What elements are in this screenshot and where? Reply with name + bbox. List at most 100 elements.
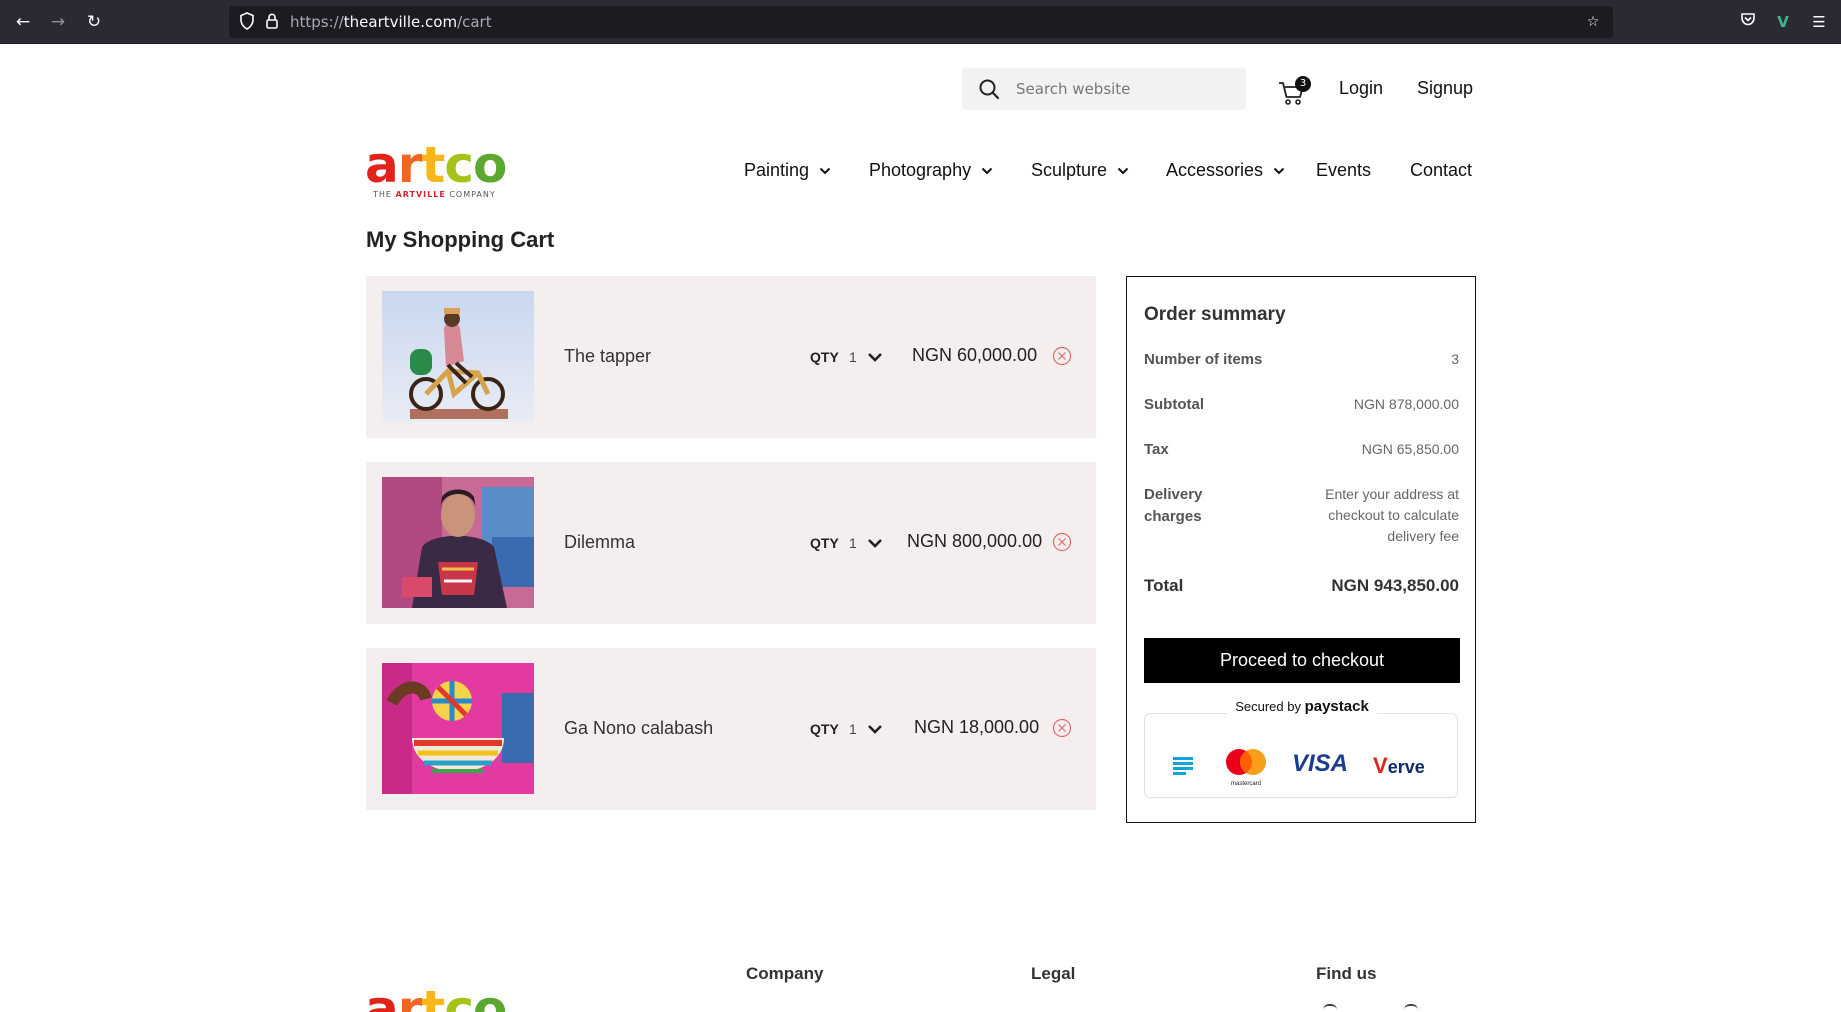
chevron-down-icon <box>1117 168 1129 175</box>
chevron-down-icon[interactable] <box>866 534 884 552</box>
reload-icon[interactable]: ↻ <box>83 11 105 33</box>
delivery-note-line: delivery fee <box>1387 528 1459 544</box>
subtotal-value: NGN 878,000.00 <box>1353 396 1459 412</box>
qty-label: QTY <box>810 721 839 737</box>
vue-devtools-icon[interactable]: V <box>1772 11 1794 33</box>
nav-events[interactable]: Events <box>1316 160 1371 181</box>
address-bar[interactable]: https://theartville.com/cart ☆ <box>229 6 1613 38</box>
cart-item: Dilemma QTY 1 NGN 800,000.00 <box>366 462 1096 624</box>
chevron-down-icon[interactable] <box>866 720 884 738</box>
logo-letter: a <box>365 136 399 194</box>
nav-contact[interactable]: Contact <box>1410 160 1472 181</box>
bookmark-star-icon[interactable]: ☆ <box>1583 12 1603 32</box>
cart-count-badge: 3 <box>1295 76 1311 92</box>
social-icon[interactable] <box>1404 1004 1418 1010</box>
verve-icon: Verve <box>1373 753 1425 779</box>
lock-icon[interactable] <box>262 12 282 32</box>
secured-by-text: Secured by <box>1235 699 1301 714</box>
search-input[interactable] <box>1016 68 1236 110</box>
logo-tagline: THE ARTVILLE COMPANY <box>373 190 505 199</box>
menu-icon[interactable]: ☰ <box>1808 11 1830 33</box>
url-text[interactable]: https://theartville.com/cart <box>290 13 492 31</box>
search-icon[interactable] <box>978 78 1000 100</box>
proceed-to-checkout-button[interactable]: Proceed to checkout <box>1144 638 1460 683</box>
cart-item: Ga Nono calabash QTY 1 NGN 18,000.00 <box>366 648 1096 810</box>
chevron-down-icon <box>981 168 993 175</box>
tax-label: Tax <box>1144 441 1169 458</box>
tax-value: NGN 65,850.00 <box>1361 441 1459 457</box>
back-icon[interactable]: ← <box>12 11 34 33</box>
mastercard-text: mastercard <box>1230 781 1261 787</box>
product-image-dilemma[interactable] <box>382 477 534 608</box>
forward-icon[interactable]: → <box>47 11 69 33</box>
chevron-down-icon <box>819 168 831 175</box>
qty-label: QTY <box>810 349 839 365</box>
delivery-label-line: charges <box>1144 508 1202 525</box>
product-name[interactable]: Dilemma <box>564 532 635 553</box>
order-summary: Order summary Number of items 3 Subtotal… <box>1126 276 1476 823</box>
search-box[interactable] <box>962 68 1246 110</box>
remove-item-icon[interactable] <box>1052 718 1072 738</box>
social-icon[interactable] <box>1323 1004 1337 1010</box>
url-domain: theartville.com <box>343 13 458 31</box>
qty-label: QTY <box>810 535 839 551</box>
footer-logo-wordmark: artco <box>365 984 505 1012</box>
qty-value[interactable]: 1 <box>849 535 857 551</box>
product-image-ga-nono-calabash[interactable] <box>382 663 534 794</box>
nav-label: Sculpture <box>1031 160 1108 180</box>
tagline-suffix: COMPANY <box>445 190 496 199</box>
nav-painting[interactable]: Painting <box>744 160 831 181</box>
nav-label: Photography <box>869 160 972 180</box>
url-path: /cart <box>457 13 492 31</box>
page-title: My Shopping Cart <box>366 227 555 252</box>
visa-icon: VISA <box>1292 750 1349 777</box>
remove-item-icon[interactable] <box>1052 532 1072 552</box>
paystack-icon <box>1173 757 1193 775</box>
verve-wordmark: erve <box>1387 757 1425 777</box>
logo-letter: c <box>444 136 474 194</box>
delivery-charges-label: Delivery charges <box>1144 484 1202 528</box>
shield-icon[interactable] <box>237 12 257 32</box>
logo-wordmark: artco <box>365 140 507 190</box>
qty-value[interactable]: 1 <box>849 349 857 365</box>
nav-photography[interactable]: Photography <box>869 160 993 181</box>
product-name[interactable]: Ga Nono calabash <box>564 718 713 739</box>
verve-v-glyph: V <box>1373 753 1388 778</box>
product-name[interactable]: The tapper <box>564 346 651 367</box>
logo-letter: a <box>365 984 399 1012</box>
page: 3 Login Signup artco THE ARTVILLE COMPAN… <box>0 44 1841 1012</box>
nav-label: Events <box>1316 160 1372 180</box>
logo-letter: c <box>444 984 474 1012</box>
qty-value[interactable]: 1 <box>849 721 857 737</box>
logo-letter: o <box>473 984 505 1012</box>
nav-accessories[interactable]: Accessories <box>1166 160 1285 181</box>
paystack-wordmark: paystack <box>1304 698 1369 715</box>
url-scheme: https:// <box>290 13 344 31</box>
delivery-note-line: checkout to calculate <box>1328 507 1459 523</box>
total-label: Total <box>1144 576 1184 595</box>
nav-sculpture[interactable]: Sculpture <box>1031 160 1129 181</box>
pocket-icon[interactable] <box>1737 11 1759 33</box>
signup-link[interactable]: Signup <box>1417 78 1473 99</box>
cart-item: The tapper QTY 1 NGN 60,000.00 <box>366 276 1096 438</box>
browser-toolbar: ← → ↻ https://theartville.com/cart ☆ V ☰ <box>0 0 1841 44</box>
logo-letter: t <box>421 136 445 194</box>
nav-label: Painting <box>744 160 810 180</box>
logo-letter: r <box>398 984 423 1012</box>
chevron-down-icon[interactable] <box>866 348 884 366</box>
remove-item-icon[interactable] <box>1052 346 1072 366</box>
nav-label: Accessories <box>1166 160 1264 180</box>
footer-logo[interactable]: artco <box>365 984 505 1012</box>
mastercard-icon: mastercard <box>1224 748 1268 787</box>
product-price: NGN 18,000.00 <box>914 717 1040 737</box>
artco-logo[interactable]: artco THE ARTVILLE COMPANY <box>365 140 507 202</box>
logo-letter: t <box>421 984 445 1012</box>
login-link[interactable]: Login <box>1339 78 1383 99</box>
tagline-prefix: THE <box>373 190 396 199</box>
nav-label: Contact <box>1410 160 1473 180</box>
total-value: NGN 943,850.00 <box>1331 576 1459 595</box>
number-of-items-value: 3 <box>1451 351 1459 367</box>
product-image-the-tapper[interactable] <box>382 291 534 422</box>
cart-button[interactable]: 3 <box>1278 76 1312 106</box>
delivery-label-line: Delivery <box>1144 486 1203 503</box>
